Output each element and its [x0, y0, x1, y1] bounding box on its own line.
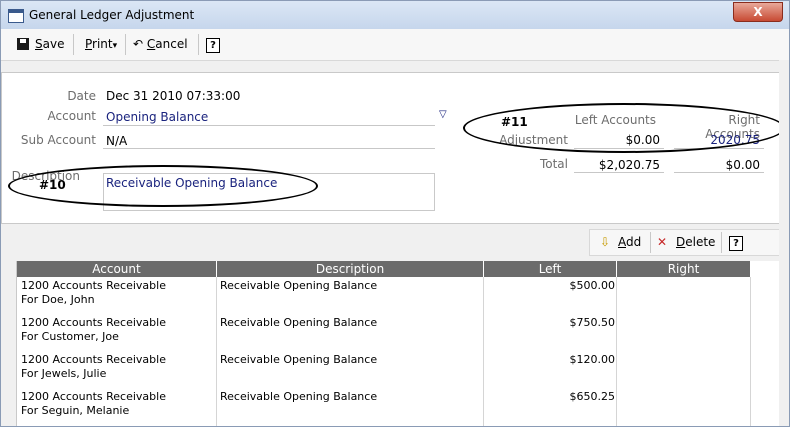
column-header-account[interactable]: Account	[17, 261, 217, 277]
row-description: Receivable Opening Balance	[220, 316, 378, 329]
window-edge	[779, 60, 789, 426]
total-left-value: $2,020.75	[598, 158, 660, 172]
chevron-down-icon: ▾	[112, 41, 118, 51]
annotation-label-11: #11	[501, 115, 528, 129]
print-button[interactable]: Print▾	[85, 37, 117, 51]
column-header-right[interactable]: Right	[617, 261, 751, 277]
help-icon: ?	[206, 38, 220, 53]
help-button[interactable]: ?	[206, 37, 220, 53]
total-right-underline	[674, 172, 764, 173]
row-left-amount: $500.00	[569, 279, 616, 292]
row-customer: For Customer, Joe	[21, 330, 119, 343]
add-icon: ⇩	[600, 235, 611, 249]
undo-icon: ↶	[133, 37, 144, 51]
row-customer: For Jewels, Julie	[21, 367, 107, 380]
row-account: 1200 Accounts Receivable	[21, 316, 166, 329]
sub-account-label: Sub Account	[20, 133, 96, 147]
sub-account-underline	[103, 148, 435, 149]
row-left-amount: $120.00	[569, 353, 616, 366]
account-field[interactable]: Opening Balance	[106, 110, 208, 124]
column-header-description[interactable]: Description	[217, 261, 484, 277]
row-left-amount: $650.25	[569, 390, 616, 403]
grid-help-button[interactable]: ?	[729, 235, 743, 251]
annotation-label-10: #10	[39, 178, 66, 192]
account-underline	[103, 125, 435, 126]
column-divider	[616, 277, 617, 426]
row-customer: For Seguin, Melanie	[21, 404, 130, 417]
ledger-grid: Account Description Left Right 1200 Acco…	[16, 261, 780, 426]
save-button[interactable]: Save	[35, 37, 64, 51]
row-account: 1200 Accounts Receivable	[21, 390, 166, 403]
app-icon	[8, 9, 24, 23]
sub-account-field[interactable]: N/A	[106, 134, 127, 148]
title-bar: General Ledger Adjustment X	[1, 1, 789, 29]
column-divider	[750, 277, 751, 426]
add-button[interactable]: Add	[618, 235, 641, 249]
close-button[interactable]: X	[733, 2, 783, 22]
grid-action-bar: ⇩ Add ✕ Delete ?	[589, 229, 780, 256]
date-value[interactable]: Dec 31 2010 07:33:00	[106, 89, 240, 103]
help-icon: ?	[729, 236, 743, 251]
window-title: General Ledger Adjustment	[29, 8, 195, 22]
delete-button[interactable]: Delete	[676, 235, 715, 249]
row-customer: For Doe, John	[21, 293, 95, 306]
column-header-left[interactable]: Left	[484, 261, 617, 277]
cancel-button[interactable]: ↶ Cancel	[133, 37, 188, 51]
toolbar-divider	[721, 232, 722, 253]
total-right-value: $0.00	[725, 158, 760, 172]
total-left-underline	[574, 172, 664, 173]
account-label: Account	[47, 109, 96, 123]
row-description: Receivable Opening Balance	[220, 279, 378, 292]
row-description: Receivable Opening Balance	[220, 390, 378, 403]
toolbar-divider	[73, 34, 74, 55]
total-label: Total	[539, 157, 568, 171]
row-account: 1200 Accounts Receivable	[21, 353, 166, 366]
toolbar-divider	[650, 232, 651, 253]
row-description: Receivable Opening Balance	[220, 353, 378, 366]
toolbar-divider	[198, 34, 199, 55]
window: General Ledger Adjustment X Save Print▾ …	[0, 0, 790, 427]
account-dropdown-icon[interactable]: ▽	[439, 109, 447, 120]
date-label: Date	[67, 89, 96, 103]
row-left-amount: $750.50	[569, 316, 616, 329]
save-icon	[17, 38, 29, 50]
column-divider	[483, 277, 484, 426]
column-divider	[216, 277, 217, 426]
toolbar-divider	[125, 34, 126, 55]
delete-icon: ✕	[657, 235, 668, 249]
row-account: 1200 Accounts Receivable	[21, 279, 166, 292]
toolbar: Save Print▾ ↶ Cancel ?	[1, 29, 789, 61]
